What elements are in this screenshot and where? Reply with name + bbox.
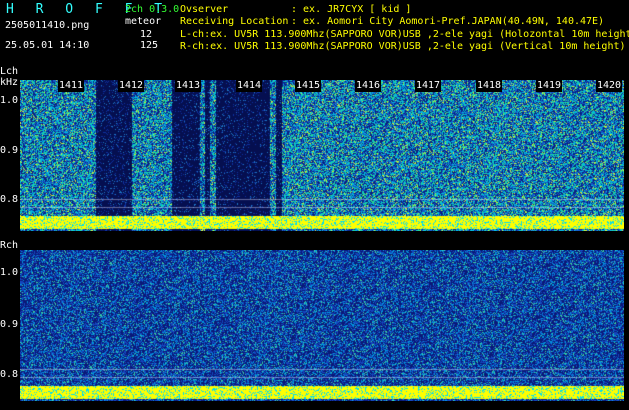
observer-value: : ex. JR7CYX [ kid ] (291, 4, 412, 15)
observer-label: Ovserver (180, 4, 229, 15)
time-tick-1411: 1411 (58, 80, 85, 92)
lch-ytick-1: 1.0 (0, 95, 19, 106)
time-tick-1413: 1413 (175, 80, 202, 92)
location-label: Receiving Location (180, 16, 289, 27)
type-label: meteor (125, 16, 162, 27)
lch-ytick-3: 0.8 (0, 194, 19, 205)
mode-label: 2ch 0.3.0 (125, 4, 180, 15)
time-tick-1416: 1416 (355, 80, 382, 92)
time-tick-1418: 1418 (476, 80, 503, 92)
lch-ytick-2: 0.9 (0, 145, 19, 156)
location-value: : ex. Aomori City Aomori-Pref.JAPAN(40.4… (291, 16, 605, 27)
count-2: 125 (140, 40, 159, 51)
filename-label: 2505011410.png (5, 20, 90, 31)
time-tick-1419: 1419 (536, 80, 563, 92)
lch-unit: kHz (0, 77, 19, 88)
timestamp-label: 25.05.01 14:10 (5, 40, 90, 51)
time-tick-1415: 1415 (295, 80, 322, 92)
rch-info-line: R-ch:ex. UV5R 113.900Mhz(SAPPORO VOR)USB… (180, 41, 626, 52)
time-tick-1414: 1414 (236, 80, 263, 92)
time-tick-1417: 1417 (415, 80, 442, 92)
time-tick-1420: 1420 (596, 80, 623, 92)
rch-label: Rch (0, 240, 19, 251)
rch-spectrogram (20, 250, 624, 401)
lch-label: Lch (0, 66, 19, 77)
lch-info-line: L-ch:ex. UV5R 113.900Mhz(SAPPORO VOR)USB… (180, 29, 629, 40)
time-tick-1412: 1412 (118, 80, 145, 92)
lch-spectrogram (20, 80, 624, 231)
rch-ytick-3: 0.8 (0, 369, 19, 380)
rch-ytick-2: 0.9 (0, 319, 19, 330)
rch-ytick-1: 1.0 (0, 267, 19, 278)
